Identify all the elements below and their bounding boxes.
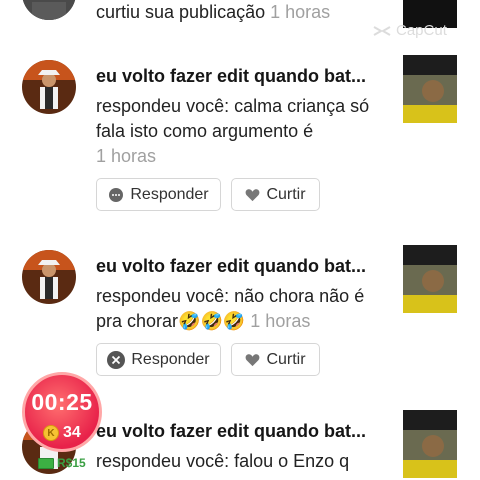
like-label: Curtir (266, 185, 306, 203)
like-label: Curtir (266, 350, 306, 368)
username[interactable]: eu volto fazer edit quando bat... (96, 256, 366, 277)
notification-text: curtiu sua publicação 1 horas (96, 0, 391, 25)
post-thumbnail[interactable] (403, 410, 457, 478)
timestamp: 1 horas (250, 311, 311, 331)
reward-timer-widget[interactable]: 00:25 K 34 (22, 372, 102, 452)
watermark-text: CapCut (396, 22, 447, 39)
reply-button[interactable]: Responder (96, 178, 221, 211)
heart-icon (246, 353, 260, 366)
close-icon (107, 350, 126, 369)
avatar[interactable] (22, 60, 76, 114)
avatar[interactable] (22, 250, 76, 304)
like-button[interactable]: Curtir (231, 178, 320, 211)
post-thumbnail[interactable] (403, 55, 457, 123)
like-button[interactable]: Curtir (231, 343, 320, 376)
heart-icon (246, 188, 260, 201)
comment-text: respondeu você: não chora não é pra chor… (96, 284, 391, 334)
coin-icon: K (43, 425, 59, 441)
capcut-logo-icon (373, 25, 391, 36)
comment-body: respondeu você: falou o Enzo q (96, 451, 350, 471)
coin-count: 34 (63, 424, 81, 441)
reply-label: Responder (130, 185, 209, 203)
chat-bubble-icon (109, 187, 124, 202)
comment-body: respondeu você: calma criança só fala is… (96, 96, 370, 141)
reward-badge: R$15 (38, 456, 86, 470)
timestamp: 1 horas (270, 2, 331, 22)
comment-body: respondeu você: não chora não é pra chor… (96, 286, 365, 331)
reply-button[interactable]: Responder (96, 343, 221, 376)
action-text: curtiu sua publicação (96, 2, 266, 22)
avatar[interactable] (22, 0, 76, 20)
reward-amount: R$15 (57, 456, 86, 470)
timer-time: 00:25 (31, 389, 93, 415)
comment-text: respondeu você: falou o Enzo q (96, 449, 391, 480)
timestamp: 1 horas (96, 146, 157, 166)
username[interactable]: eu volto fazer edit quando bat... (96, 66, 366, 87)
cash-icon (38, 457, 54, 469)
coin-counter: K 34 (43, 424, 81, 442)
reply-label: Responder (131, 350, 210, 368)
username[interactable]: eu volto fazer edit quando bat... (96, 421, 366, 442)
post-thumbnail[interactable] (403, 245, 457, 313)
comment-text: respondeu você: calma criança só fala is… (96, 94, 391, 169)
watermark: CapCut (372, 22, 447, 39)
